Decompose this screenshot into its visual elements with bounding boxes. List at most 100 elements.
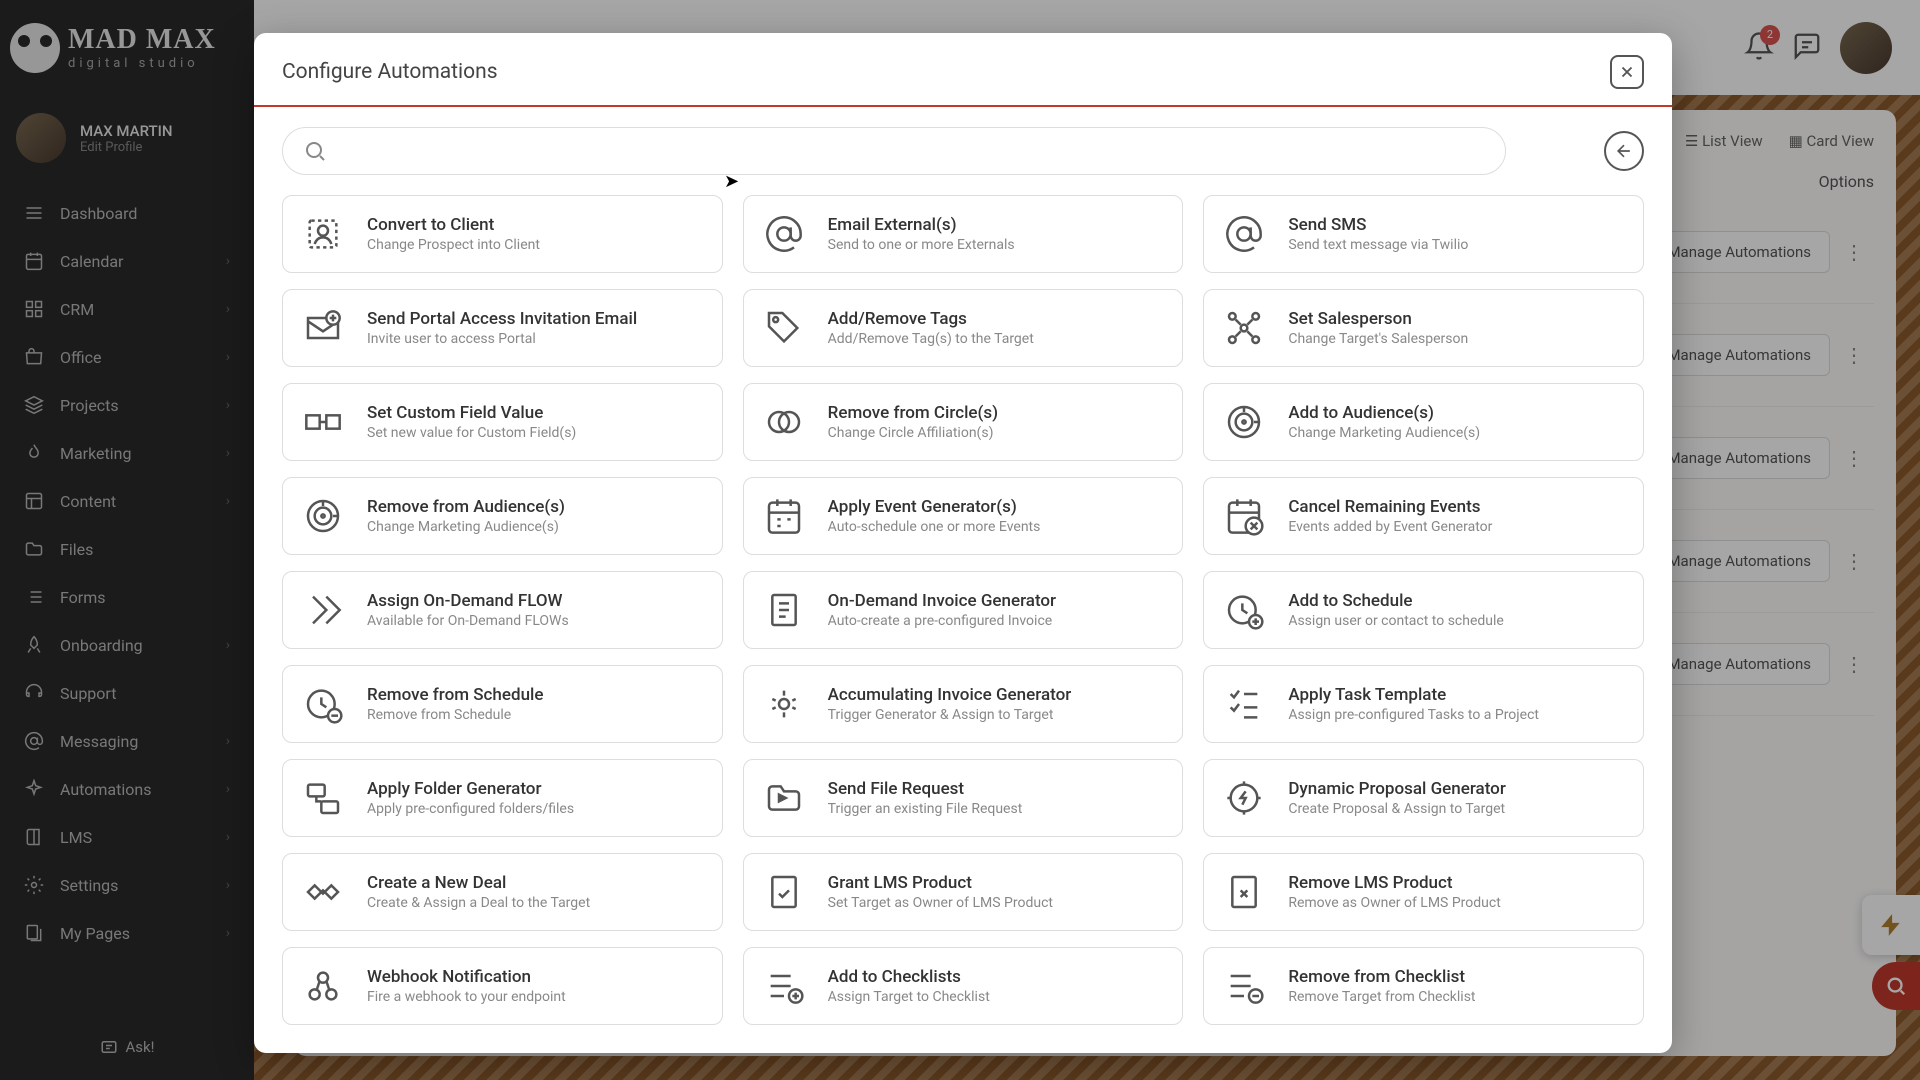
chevrons-icon	[301, 588, 345, 632]
card-title: Remove LMS Product	[1288, 873, 1500, 893]
user-convert-icon	[301, 212, 345, 256]
card-title: Send SMS	[1288, 215, 1468, 235]
automation-card-apply-event-generator-s-[interactable]: Apply Event Generator(s) Auto-schedule on…	[743, 477, 1184, 555]
nodes-icon	[1222, 306, 1266, 350]
card-title: Grant LMS Product	[828, 873, 1053, 893]
card-title: Remove from Checklist	[1288, 967, 1475, 987]
card-title: Email External(s)	[828, 215, 1015, 235]
handshake-icon	[301, 870, 345, 914]
modal-title: Configure Automations	[282, 60, 498, 84]
back-button[interactable]	[1604, 131, 1644, 171]
automation-card-assign-on-demand-flow[interactable]: Assign On-Demand FLOW Available for On-De…	[282, 571, 723, 649]
automation-card-remove-from-checklist[interactable]: Remove from ChecklistRemove Target from …	[1203, 947, 1644, 1025]
card-description: Send to one or more Externals	[828, 237, 1015, 253]
card-description: Trigger Generator & Assign to Target	[828, 707, 1072, 723]
search-input[interactable]	[341, 142, 1485, 161]
cursor-icon: ➤	[724, 171, 739, 192]
automation-card-dynamic-proposal-generator[interactable]: Dynamic Proposal Generator Create Proposa…	[1203, 759, 1644, 837]
automation-card-add-to-checklists[interactable]: Add to ChecklistsAssign Target to Checkl…	[743, 947, 1184, 1025]
card-description: Create & Assign a Deal to the Target	[367, 895, 590, 911]
card-description: Assign user or contact to schedule	[1288, 613, 1504, 629]
card-title: Set Salesperson	[1288, 309, 1468, 329]
automation-card-send-file-request[interactable]: Send File Request Trigger an existing Fil…	[743, 759, 1184, 837]
card-description: Trigger an existing File Request	[828, 801, 1023, 817]
card-title: Send Portal Access Invitation Email	[367, 309, 637, 329]
card-title: Assign On-Demand FLOW	[367, 591, 569, 611]
automation-card-set-salesperson[interactable]: Set Salesperson Change Target's Salespers…	[1203, 289, 1644, 367]
card-title: Create a New Deal	[367, 873, 590, 893]
automation-card-on-demand-invoice-generator[interactable]: On-Demand Invoice Generator Auto-create a…	[743, 571, 1184, 649]
automation-card-add-to-schedule[interactable]: Add to Schedule Assign user or contact to…	[1203, 571, 1644, 649]
card-description: Apply pre-configured folders/files	[367, 801, 574, 817]
card-description: Set Target as Owner of LMS Product	[828, 895, 1053, 911]
card-description: Auto-schedule one or more Events	[828, 519, 1041, 535]
clock-plus-icon	[1222, 588, 1266, 632]
automation-card-send-sms[interactable]: Send SMS Send text message via Twilio	[1203, 195, 1644, 273]
invoice-icon	[762, 588, 806, 632]
automation-card-remove-from-audience-s-[interactable]: Remove from Audience(s) Change Marketing …	[282, 477, 723, 555]
gear-bolt-icon	[1222, 776, 1266, 820]
tag-icon	[762, 306, 806, 350]
automation-card-apply-folder-generator[interactable]: Apply Folder Generator Apply pre-configur…	[282, 759, 723, 837]
card-title: Add to Schedule	[1288, 591, 1504, 611]
card-description: Auto-create a pre-configured Invoice	[828, 613, 1056, 629]
card-title: Cancel Remaining Events	[1288, 497, 1492, 517]
card-title: On-Demand Invoice Generator	[828, 591, 1056, 611]
card-title: Add to Audience(s)	[1288, 403, 1480, 423]
card-description: Remove as Owner of LMS Product	[1288, 895, 1500, 911]
card-description: Change Circle Affiliation(s)	[828, 425, 998, 441]
automation-card-create-a-new-deal[interactable]: Create a New Deal Create & Assign a Deal …	[282, 853, 723, 931]
list-plus-icon	[762, 964, 806, 1008]
automation-card-grant-lms-product[interactable]: Grant LMS Product Set Target as Owner of …	[743, 853, 1184, 931]
card-description: Change Marketing Audience(s)	[1288, 425, 1480, 441]
automation-card-remove-from-schedule[interactable]: Remove from Schedule Remove from Schedule	[282, 665, 723, 743]
card-title: Apply Event Generator(s)	[828, 497, 1041, 517]
clock-minus-icon	[301, 682, 345, 726]
calendar-x-icon	[1222, 494, 1266, 538]
card-title: Remove from Circle(s)	[828, 403, 998, 423]
target-icon	[301, 494, 345, 538]
folder-send-icon	[762, 776, 806, 820]
automation-card-set-custom-field-value[interactable]: Set Custom Field ValueSet new value for …	[282, 383, 723, 461]
automation-card-cancel-remaining-events[interactable]: Cancel Remaining EventsEvents added by E…	[1203, 477, 1644, 555]
automation-card-convert-to-client[interactable]: Convert to ClientChange Prospect into Cl…	[282, 195, 723, 273]
card-description: Change Marketing Audience(s)	[367, 519, 565, 535]
card-title: Remove from Schedule	[367, 685, 543, 705]
at-icon	[762, 212, 806, 256]
doc-x-icon	[1222, 870, 1266, 914]
automation-card-add-to-audience-s-[interactable]: Add to Audience(s) Change Marketing Audie…	[1203, 383, 1644, 461]
card-description: Send text message via Twilio	[1288, 237, 1468, 253]
search-box[interactable]	[282, 127, 1506, 175]
card-title: Send File Request	[828, 779, 1023, 799]
card-title: Accumulating Invoice Generator	[828, 685, 1072, 705]
target-icon	[1222, 400, 1266, 444]
card-description: Create Proposal & Assign to Target	[1288, 801, 1506, 817]
card-description: Set new value for Custom Field(s)	[367, 425, 576, 441]
automation-card-add-remove-tags[interactable]: Add/Remove TagsAdd/Remove Tag(s) to the …	[743, 289, 1184, 367]
automation-card-send-portal-access-invitation-email[interactable]: Send Portal Access Invitation Email Invit…	[282, 289, 723, 367]
card-title: Apply Task Template	[1288, 685, 1539, 705]
close-button[interactable]	[1610, 55, 1644, 89]
folder-tree-icon	[301, 776, 345, 820]
automation-card-apply-task-template[interactable]: Apply Task Template Assign pre-configured…	[1203, 665, 1644, 743]
card-description: Add/Remove Tag(s) to the Target	[828, 331, 1034, 347]
automation-cards-grid: Convert to ClientChange Prospect into Cl…	[282, 195, 1644, 1025]
card-title: Apply Folder Generator	[367, 779, 574, 799]
card-description: Available for On-Demand FLOWs	[367, 613, 569, 629]
card-description: Assign Target to Checklist	[828, 989, 990, 1005]
automation-card-remove-from-circle-s-[interactable]: Remove from Circle(s) Change Circle Affil…	[743, 383, 1184, 461]
card-description: Fire a webhook to your endpoint	[367, 989, 566, 1005]
card-description: Change Target's Salesperson	[1288, 331, 1468, 347]
automation-card-email-external-s-[interactable]: Email External(s) Send to one or more Ext…	[743, 195, 1184, 273]
card-description: Invite user to access Portal	[367, 331, 637, 347]
list-minus-icon	[1222, 964, 1266, 1008]
at-icon	[1222, 212, 1266, 256]
card-description: Remove from Schedule	[367, 707, 543, 723]
automation-card-accumulating-invoice-generator[interactable]: Accumulating Invoice Generator Trigger Ge…	[743, 665, 1184, 743]
card-description: Assign pre-configured Tasks to a Project	[1288, 707, 1539, 723]
mail-plus-icon	[301, 306, 345, 350]
automation-card-webhook-notification[interactable]: Webhook NotificationFire a webhook to yo…	[282, 947, 723, 1025]
card-title: Dynamic Proposal Generator	[1288, 779, 1506, 799]
automation-card-remove-lms-product[interactable]: Remove LMS Product Remove as Owner of LMS…	[1203, 853, 1644, 931]
card-title: Remove from Audience(s)	[367, 497, 565, 517]
